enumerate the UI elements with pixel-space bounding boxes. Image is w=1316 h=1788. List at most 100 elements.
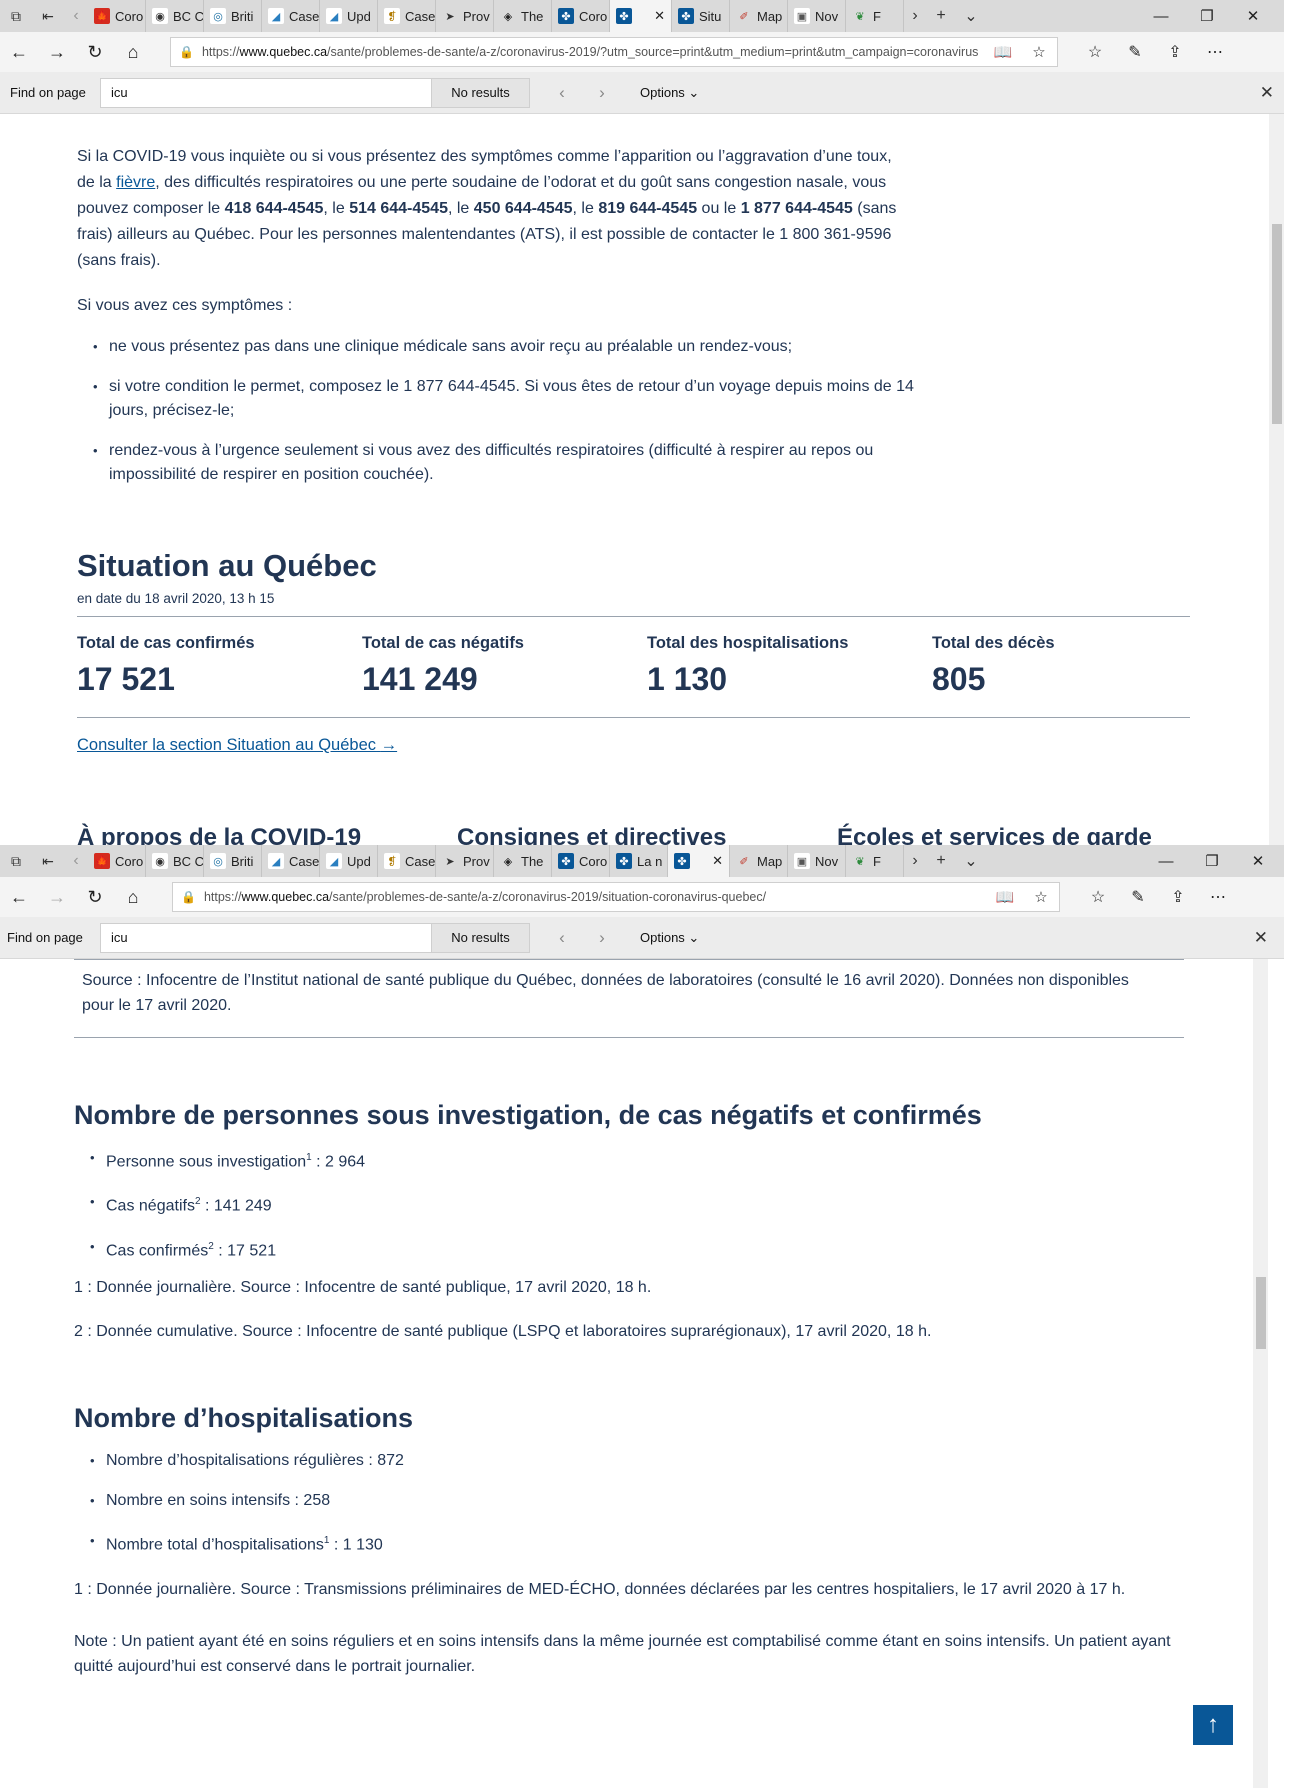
pen-notes-icon[interactable]: ✎ (1118, 877, 1158, 917)
set-aside-tabs-icon[interactable]: ⇤ (32, 0, 64, 32)
scroll-tabs-right-icon[interactable]: › (904, 0, 926, 32)
tab-item[interactable]: ➤ Prov (436, 0, 494, 32)
tab-item[interactable]: ➤ Prov (436, 845, 494, 877)
tab-item[interactable]: ◈ The (494, 845, 552, 877)
tab-item[interactable]: 🍁 Coro (88, 0, 146, 32)
refresh-icon[interactable]: ↻ (76, 877, 114, 917)
tab-item[interactable]: ◢ Upd (320, 0, 378, 32)
tab-list-chevron-icon[interactable]: ⌄ (956, 845, 986, 877)
tab-item[interactable]: ◢ Case (262, 845, 320, 877)
forward-icon[interactable]: → (38, 32, 76, 72)
minimize-icon[interactable]: — (1138, 0, 1184, 32)
find-previous-icon[interactable]: ‹ (542, 928, 582, 948)
restore-icon[interactable]: ❐ (1189, 845, 1235, 877)
back-icon[interactable]: ← (0, 877, 38, 917)
tab-item[interactable]: ◈ The (494, 0, 552, 32)
scrollbar-thumb[interactable] (1272, 224, 1282, 424)
tab-preview-icon[interactable]: ⧉ (0, 845, 32, 877)
fever-link[interactable]: fièvre (116, 174, 155, 191)
tab-item[interactable]: ✤ Coro (552, 0, 610, 32)
forward-icon[interactable]: → (38, 877, 76, 917)
home-icon[interactable]: ⌂ (114, 32, 152, 72)
tab-item[interactable]: ✤ Situ (672, 0, 730, 32)
tab-item[interactable]: ◉ BC C (146, 845, 204, 877)
tab-item[interactable]: ❦ F (846, 845, 904, 877)
tab-item[interactable]: ❡ Case (378, 845, 436, 877)
reading-view-icon[interactable]: 📖 (985, 38, 1021, 66)
situation-section-link[interactable]: Consulter la section Situation au Québec… (77, 736, 397, 755)
list-item: Cas négatifs2 : 141 249 (74, 1190, 914, 1218)
tab-item[interactable]: ▣ Nov (788, 845, 846, 877)
close-tab-icon[interactable]: ✕ (712, 853, 723, 869)
share-icon[interactable]: ⇪ (1155, 32, 1195, 72)
column-heading-covid[interactable]: À propos de la COVID-19 (77, 824, 361, 845)
find-options-button[interactable]: Options ⌄ (640, 85, 699, 101)
situation-title: Situation au Québec (77, 548, 377, 583)
tab-item[interactable]: ◢ Case (262, 0, 320, 32)
find-next-icon[interactable]: › (582, 83, 622, 103)
pen-notes-icon[interactable]: ✎ (1115, 32, 1155, 72)
address-bar[interactable]: 🔒 https://www.quebec.ca/sante/problemes-… (170, 37, 1058, 67)
minimize-icon[interactable]: — (1143, 845, 1189, 877)
list-item: Cas confirmés2 : 17 521 (74, 1235, 914, 1263)
scroll-tabs-right-icon[interactable]: › (904, 845, 926, 877)
tab-item[interactable]: 🍁 Coro (88, 845, 146, 877)
find-close-icon[interactable]: ✕ (1260, 83, 1274, 103)
page-scrollbar[interactable] (1269, 114, 1284, 845)
scroll-tabs-left-icon[interactable]: ‹ (64, 0, 88, 32)
tab-list-chevron-icon[interactable]: ⌄ (956, 0, 986, 32)
list-item: Nombre d’hospitalisations régulières : 8… (74, 1449, 914, 1473)
more-menu-icon[interactable]: ⋯ (1198, 877, 1238, 917)
close-window-icon[interactable]: ✕ (1230, 0, 1276, 32)
window-controls: — ❐ ✕ (1143, 845, 1281, 877)
cbc-icon: ◉ (152, 853, 168, 869)
find-previous-icon[interactable]: ‹ (542, 83, 582, 103)
page-content: Si la COVID-19 vous inquiète ou si vous … (0, 114, 1268, 845)
tab-item[interactable]: ✤ La n (610, 845, 668, 877)
tab-active[interactable]: ✤ ✕ (610, 0, 672, 32)
tab-item[interactable]: ◎ Briti (204, 845, 262, 877)
cbc-icon: ◉ (152, 8, 168, 24)
favorites-hub-icon[interactable]: ☆ (1075, 32, 1115, 72)
close-window-icon[interactable]: ✕ (1235, 845, 1281, 877)
more-menu-icon[interactable]: ⋯ (1195, 32, 1235, 72)
find-options-button[interactable]: Options ⌄ (640, 930, 699, 946)
column-heading-schools[interactable]: Écoles et services de garde (837, 824, 1152, 845)
new-tab-icon[interactable]: + (926, 0, 956, 32)
tab-active[interactable]: ✤ ✕ (668, 845, 730, 877)
tab-item[interactable]: ▣ Nov (788, 0, 846, 32)
back-to-top-button[interactable]: ↑ (1193, 1705, 1233, 1745)
find-input[interactable]: icu (100, 922, 432, 953)
favorites-hub-icon[interactable]: ☆ (1078, 877, 1118, 917)
reading-view-icon[interactable]: 📖 (987, 883, 1023, 911)
refresh-icon[interactable]: ↻ (76, 32, 114, 72)
scroll-tabs-left-icon[interactable]: ‹ (64, 845, 88, 877)
tab-item[interactable]: ❦ F (846, 0, 904, 32)
tab-item[interactable]: ✐ Map (730, 0, 788, 32)
canada-flag-icon: 🍁 (94, 853, 110, 869)
tab-bar: ⧉ ⇤ ‹ 🍁 Coro ◉ BC C ◎ Briti ◢ Case ◢ Upd ❡ Case ➤ Pro… (0, 0, 1284, 32)
address-bar[interactable]: 🔒 https://www.quebec.ca/sante/problemes-… (172, 882, 1060, 912)
tab-label: Case (289, 853, 320, 869)
tab-item[interactable]: ❡ Case (378, 0, 436, 32)
close-tab-icon[interactable]: ✕ (654, 8, 665, 24)
new-tab-icon[interactable]: + (926, 845, 956, 877)
back-icon[interactable]: ← (0, 32, 38, 72)
tab-label: F (873, 8, 881, 24)
find-input[interactable]: icu (100, 77, 432, 108)
tab-item[interactable]: ◉ BC C (146, 0, 204, 32)
tab-item[interactable]: ✐ Map (730, 845, 788, 877)
tab-item[interactable]: ◎ Briti (204, 0, 262, 32)
favorite-star-icon[interactable]: ☆ (1023, 883, 1059, 911)
find-close-icon[interactable]: ✕ (1254, 928, 1268, 948)
tab-item[interactable]: ✤ Coro (552, 845, 610, 877)
home-icon[interactable]: ⌂ (114, 877, 152, 917)
tab-preview-icon[interactable]: ⧉ (0, 0, 32, 32)
tab-item[interactable]: ◢ Upd (320, 845, 378, 877)
find-next-icon[interactable]: › (582, 928, 622, 948)
set-aside-tabs-icon[interactable]: ⇤ (32, 845, 64, 877)
favorite-star-icon[interactable]: ☆ (1021, 38, 1057, 66)
column-heading-directives[interactable]: Consignes et directives (457, 824, 726, 845)
share-icon[interactable]: ⇪ (1158, 877, 1198, 917)
restore-icon[interactable]: ❐ (1184, 0, 1230, 32)
